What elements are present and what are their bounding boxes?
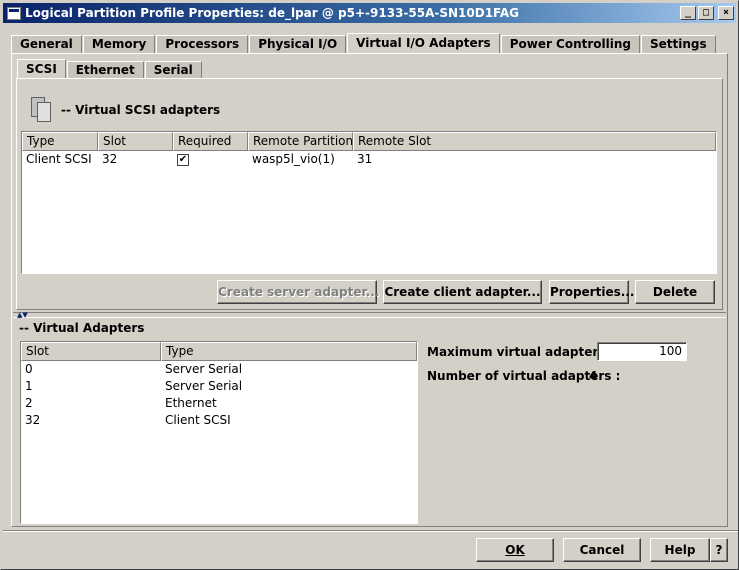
- max-virtual-adapters-label: Maximum virtual adapters :: [427, 345, 615, 359]
- tab-memory[interactable]: Memory: [82, 35, 156, 53]
- footer-separator: [3, 530, 738, 532]
- create-server-adapter-button[interactable]: Create server adapter...: [217, 280, 379, 304]
- cell-type: Ethernet: [165, 396, 217, 410]
- tab-ethernet[interactable]: Ethernet: [66, 61, 144, 79]
- cell-type: Client SCSI: [165, 413, 231, 427]
- cell-type: Server Serial: [165, 379, 243, 393]
- virtual-adapters-heading: -- Virtual Adapters: [19, 321, 145, 335]
- cell-slot: 0: [25, 362, 33, 376]
- inner-tab-bar: SCSI Ethernet Serial: [17, 59, 203, 79]
- scsi-section-header: -- Virtual SCSI adapters: [29, 97, 220, 123]
- cell-type: Client SCSI: [26, 152, 92, 166]
- help-question-button[interactable]: ?: [710, 538, 728, 562]
- cell-remote-slot: 31: [357, 152, 373, 166]
- table-row[interactable]: 1 Server Serial: [21, 378, 417, 395]
- required-checkbox[interactable]: ✔: [177, 153, 189, 166]
- max-virtual-adapters-input[interactable]: 100: [597, 342, 687, 361]
- tab-virtual-io-adapters[interactable]: Virtual I/O Adapters: [347, 33, 500, 53]
- col-type[interactable]: Type: [161, 342, 417, 361]
- cell-remote-partition: wasp5l_vio(1): [252, 152, 335, 166]
- table-row[interactable]: 32 Client SCSI: [21, 412, 417, 429]
- outer-tab-bar: General Memory Processors Physical I/O V…: [11, 33, 717, 53]
- number-virtual-adapters-value: 4: [589, 369, 598, 383]
- col-type[interactable]: Type: [22, 132, 98, 151]
- create-client-adapter-button[interactable]: Create client adapter...: [383, 280, 542, 304]
- ok-button[interactable]: OK: [476, 538, 554, 562]
- dialog-window: Logical Partition Profile Properties: de…: [0, 0, 739, 570]
- cancel-button[interactable]: Cancel: [563, 538, 641, 562]
- tab-general[interactable]: General: [11, 35, 82, 53]
- virtual-adapters-table: Slot Type 0 Server Serial 1 Server Seria…: [20, 341, 418, 524]
- adapter-icon: [29, 97, 53, 123]
- tab-settings[interactable]: Settings: [641, 35, 716, 53]
- split-pane-divider[interactable]: ▲▼: [13, 312, 726, 319]
- cell-slot: 1: [25, 379, 33, 393]
- col-required[interactable]: Required: [173, 132, 248, 151]
- cell-type: Server Serial: [165, 362, 243, 376]
- cell-slot: 32: [25, 413, 41, 427]
- cell-required: ✔: [173, 151, 248, 168]
- table-row[interactable]: Client SCSI 32 ✔ wasp5l_vio(1) 31: [22, 151, 716, 168]
- virtual-adapters-table-header: Slot Type: [21, 342, 417, 361]
- tab-serial[interactable]: Serial: [144, 61, 202, 79]
- properties-button[interactable]: Properties...: [549, 280, 634, 304]
- splitter-arrows-icon[interactable]: ▲▼: [17, 312, 28, 319]
- table-row[interactable]: 2 Ethernet: [21, 395, 417, 412]
- scsi-heading: -- Virtual SCSI adapters: [61, 103, 221, 117]
- window-title: Logical Partition Profile Properties: de…: [25, 6, 520, 20]
- title-bar[interactable]: Logical Partition Profile Properties: de…: [3, 3, 736, 23]
- tab-scsi[interactable]: SCSI: [17, 59, 66, 79]
- help-button[interactable]: Help: [650, 538, 710, 562]
- tab-physical-io[interactable]: Physical I/O: [249, 35, 347, 53]
- delete-button[interactable]: Delete: [635, 280, 715, 304]
- scsi-table-header: Type Slot Required Remote Partition Remo…: [22, 132, 716, 151]
- col-remote-partition[interactable]: Remote Partition: [248, 132, 353, 151]
- close-icon[interactable]: ×: [718, 6, 734, 20]
- col-slot[interactable]: Slot: [98, 132, 173, 151]
- window-icon: [7, 6, 21, 20]
- cell-slot: 2: [25, 396, 33, 410]
- scsi-table: Type Slot Required Remote Partition Remo…: [21, 131, 717, 274]
- tab-power-controlling[interactable]: Power Controlling: [500, 35, 641, 53]
- table-row[interactable]: 0 Server Serial: [21, 361, 417, 378]
- tab-processors[interactable]: Processors: [156, 35, 249, 53]
- col-slot[interactable]: Slot: [21, 342, 161, 361]
- minimize-icon[interactable]: _: [680, 6, 696, 20]
- col-remote-slot[interactable]: Remote Slot: [353, 132, 716, 151]
- maximize-icon[interactable]: □: [698, 6, 714, 20]
- cell-slot: 32: [102, 152, 118, 166]
